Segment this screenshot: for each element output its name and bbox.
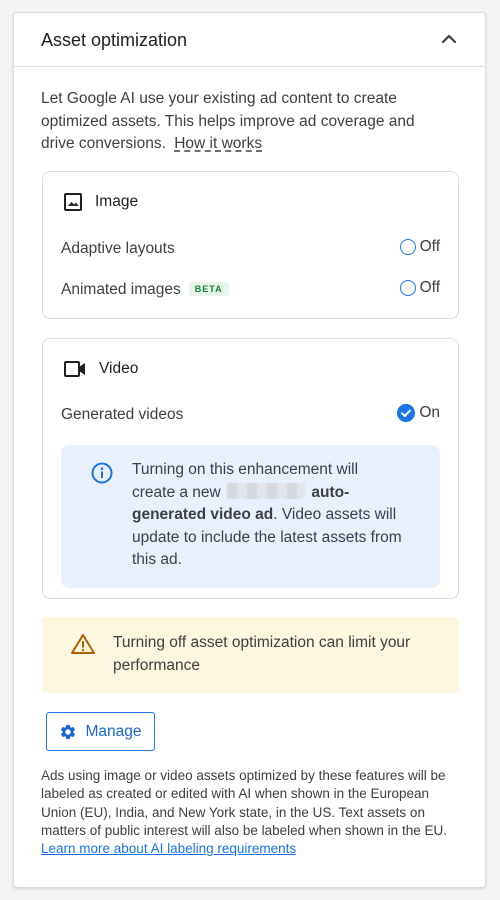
image-icon [64, 193, 82, 211]
panel-title: Asset optimization [41, 30, 188, 50]
collapse-button[interactable] [437, 27, 461, 51]
image-card-header: Image [63, 192, 138, 212]
generated-videos-label: Generated videos [61, 406, 184, 423]
gear-icon [61, 724, 76, 739]
video-card-title: Video [99, 360, 139, 377]
info-icon [91, 462, 113, 484]
animated-images-text: Animated images [61, 281, 181, 298]
animated-images-state: Off [419, 279, 440, 296]
radio-off-icon [399, 239, 416, 255]
beta-badge: BETA [188, 282, 229, 296]
warning-text: Turning off asset optimization can limit… [113, 634, 411, 674]
manage-button-label: Manage [85, 722, 142, 740]
ai-labeling-text: Ads using image or video assets optimize… [41, 768, 447, 838]
info-text: Turning on this enhancement will create … [132, 459, 402, 572]
video-card-header: Video [63, 359, 138, 379]
adaptive-layouts-row: Adaptive layouts Off [61, 238, 440, 262]
image-card: Image Adaptive layouts Off Animated imag… [42, 171, 459, 319]
animated-images-row: Animated images BETA Off [61, 279, 440, 303]
videocam-icon [64, 361, 85, 377]
radio-off-icon [399, 280, 416, 296]
generated-videos-state: On [419, 404, 440, 421]
adaptive-layouts-state: Off [419, 238, 440, 255]
how-it-works-link[interactable]: How it works [174, 135, 262, 152]
adaptive-layouts-label: Adaptive layouts [61, 240, 175, 257]
ai-labeling-notice: Ads using image or video assets optimize… [41, 767, 456, 858]
panel-header[interactable]: Asset optimization [14, 13, 485, 67]
manage-button[interactable]: Manage [46, 712, 155, 751]
redacted-text [227, 482, 306, 499]
warning-callout: Turning off asset optimization can limit… [42, 617, 459, 693]
animated-images-toggle[interactable]: Off [399, 279, 440, 297]
warning-icon [71, 634, 95, 654]
intro-text: Let Google AI use your existing ad conte… [41, 88, 451, 156]
image-card-title: Image [95, 193, 139, 210]
animated-images-label: Animated images BETA [61, 281, 229, 299]
info-callout: Turning on this enhancement will create … [61, 445, 440, 588]
ai-labeling-link[interactable]: Learn more about AI labeling requirement… [41, 841, 296, 856]
generated-videos-toggle[interactable]: On [397, 404, 440, 422]
chevron-up-icon [441, 34, 457, 44]
asset-optimization-panel: Asset optimization Let Google AI use you… [13, 12, 486, 888]
adaptive-layouts-toggle[interactable]: Off [399, 238, 440, 256]
video-card: Video Generated videos On Turning on thi… [42, 338, 459, 599]
check-circle-icon [397, 404, 416, 422]
generated-videos-row: Generated videos On [61, 404, 440, 428]
